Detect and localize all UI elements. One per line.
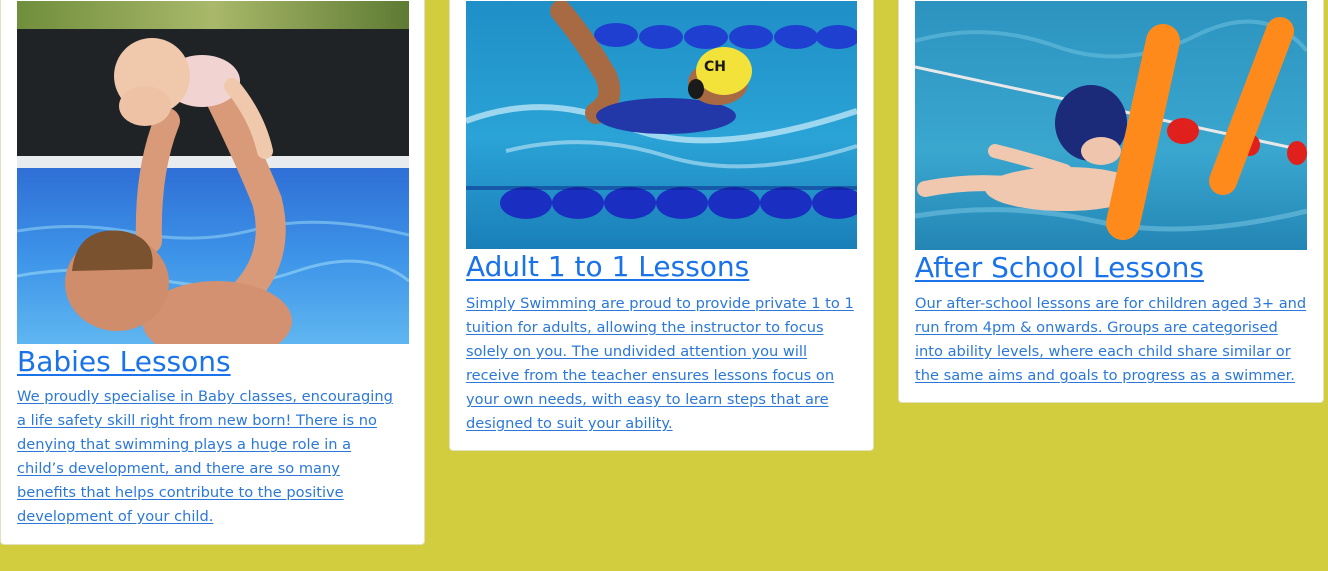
lesson-card-babies: Babies Lessons We proudly specialise in … [0, 0, 425, 545]
lesson-card-after-school: After School Lessons Our after-school le… [898, 0, 1324, 403]
card-title[interactable]: Adult 1 to 1 Lessons [466, 250, 749, 284]
child-swimmer-floats-photo[interactable] [915, 1, 1307, 250]
svg-text:CH: CH [704, 59, 726, 75]
card-description[interactable]: Our after-school lessons are for childre… [915, 292, 1309, 388]
lesson-card-adult: CH Adult 1 to 1 Lessons Simply Swimming … [449, 0, 874, 451]
card-description[interactable]: We proudly specialise in Baby classes, e… [17, 385, 401, 529]
card-title[interactable]: Babies Lessons [17, 345, 231, 379]
card-description[interactable]: Simply Swimming are proud to provide pri… [466, 292, 860, 436]
parent-baby-pool-photo[interactable] [17, 1, 409, 344]
card-title[interactable]: After School Lessons [915, 251, 1204, 285]
adult-swimmer-photo[interactable]: CH [466, 1, 857, 249]
